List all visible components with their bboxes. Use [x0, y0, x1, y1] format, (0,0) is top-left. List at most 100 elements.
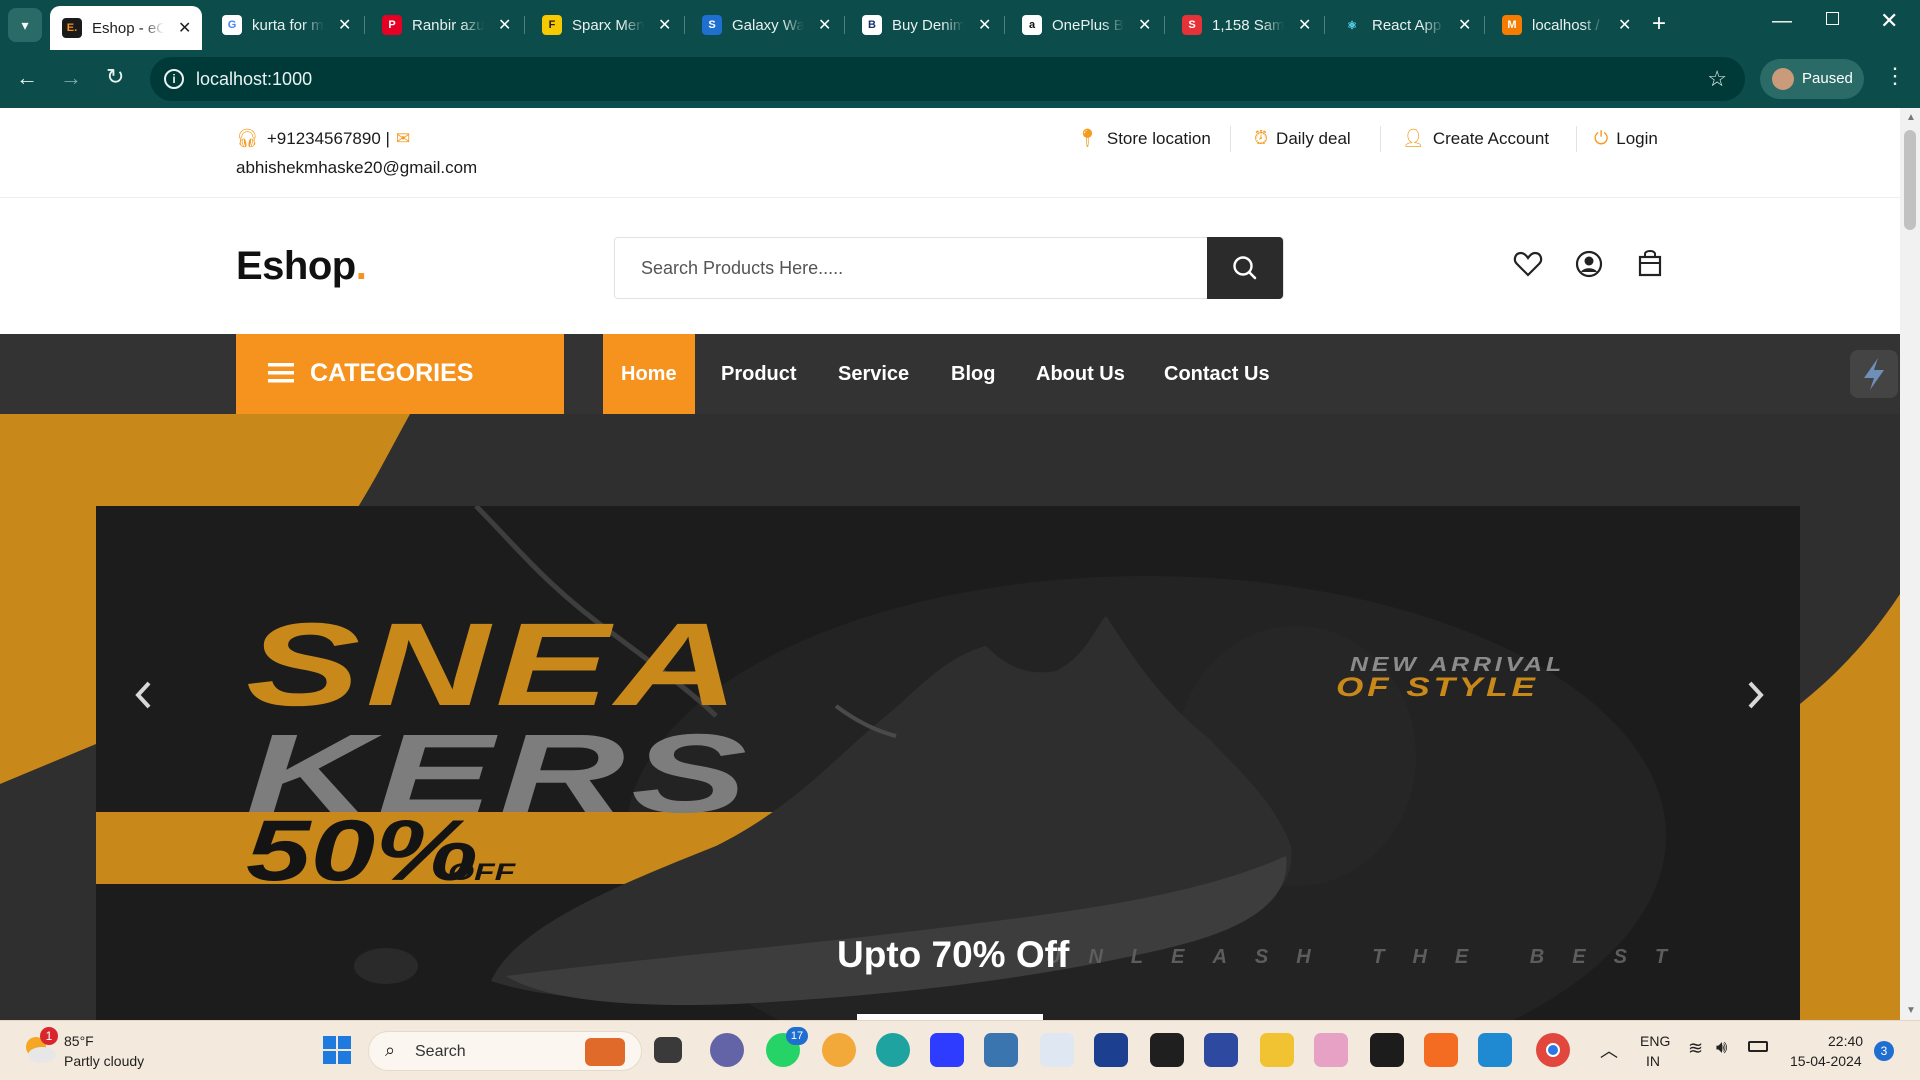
extension-floating-button[interactable] [1850, 350, 1898, 398]
close-tab-icon[interactable]: ✕ [1138, 15, 1151, 35]
taskbar-search[interactable]: ⌕ Search [368, 1031, 642, 1071]
tab-title: Galaxy Watch [732, 16, 804, 34]
login-link[interactable]: ⏻ Login [1594, 128, 1658, 149]
browser-tab[interactable]: S 1,158 Samsung ✕ [1170, 8, 1320, 42]
dev-app-icon[interactable] [1094, 1033, 1128, 1067]
close-tab-icon[interactable]: ✕ [1458, 15, 1471, 35]
nav-blog[interactable]: Blog [951, 334, 995, 414]
reload-icon[interactable]: ↻ [106, 64, 124, 90]
tab-title: Ranbir azure [412, 16, 484, 34]
tab-favicon-icon: G [222, 15, 242, 35]
edge-icon[interactable] [876, 1033, 910, 1067]
browser-tab[interactable]: ⚛ React App ✕ [1330, 8, 1480, 42]
create-account-link[interactable]: 👤︎ Create Account [1402, 128, 1549, 149]
terminal-icon[interactable] [1370, 1033, 1404, 1067]
close-window-button[interactable]: ✕ [1880, 8, 1898, 34]
page-scrollbar[interactable]: ▲ ▼ [1900, 108, 1920, 1020]
nav-about-us[interactable]: About Us [1036, 334, 1125, 414]
python-icon[interactable] [984, 1033, 1018, 1067]
search-highlight-icon [585, 1038, 625, 1066]
close-tab-icon[interactable]: ✕ [498, 15, 511, 35]
whatsapp-icon[interactable]: 17 [766, 1027, 808, 1067]
browser-tab[interactable]: F Sparx Men ✕ [530, 8, 680, 42]
weather-temp: 85°F [64, 1033, 94, 1049]
clock-date[interactable]: 15-04-2024 [1790, 1053, 1862, 1069]
scrollbar-thumb[interactable] [1904, 130, 1916, 230]
bookmark-star-icon[interactable]: ☆ [1707, 66, 1727, 92]
editor-app-icon[interactable] [930, 1033, 964, 1067]
close-tab-icon[interactable]: ✕ [178, 18, 191, 38]
tab-title: Eshop - eCommerce [92, 19, 164, 37]
wifi-icon[interactable]: ≋ [1688, 1038, 1703, 1059]
web-page: 🎧︎ +91234567890 | ✉ abhishekmhaske20@gma… [0, 108, 1900, 1020]
nav-contact-us[interactable]: Contact Us [1164, 334, 1270, 414]
nav-home[interactable]: Home [603, 334, 695, 414]
url-text[interactable]: localhost:1000 [196, 69, 312, 90]
browser-tab[interactable]: P Ranbir azure ✕ [370, 8, 520, 42]
browser-brave-icon[interactable] [822, 1033, 856, 1067]
notification-badge[interactable]: 3 [1874, 1041, 1894, 1061]
product-search-box: Search Products Here..... [614, 237, 1284, 299]
browser-tab[interactable]: Mlocalhost / XAMPP ✕ [1490, 8, 1640, 42]
volume-icon[interactable]: 🔊︎ [1716, 1037, 1727, 1058]
store-location-link[interactable]: 📍︎ Store location [1076, 128, 1211, 149]
nav-service[interactable]: Service [838, 334, 909, 414]
show-hidden-icons-chevron[interactable]: ︿ [1600, 1037, 1618, 1063]
close-tab-icon[interactable]: ✕ [338, 15, 351, 35]
close-tab-icon[interactable]: ✕ [1618, 15, 1631, 35]
language-line2[interactable]: IN [1646, 1053, 1660, 1069]
browser-tab[interactable]: B Buy Denim ✕ [850, 8, 1000, 42]
chrome-icon[interactable] [1536, 1033, 1570, 1067]
menu-kebab-icon[interactable]: ⋮ [1884, 63, 1906, 89]
language-line1[interactable]: ENG [1640, 1033, 1670, 1049]
xampp-icon[interactable] [1424, 1033, 1458, 1067]
daily-deal-label: Daily deal [1276, 128, 1351, 148]
tab-search-button[interactable]: ▾ [8, 8, 42, 42]
site-logo[interactable]: Eshop. [236, 244, 367, 289]
restore-button[interactable] [1826, 12, 1839, 25]
wishlist-heart-icon[interactable] [1513, 250, 1543, 278]
close-tab-icon[interactable]: ✕ [1298, 15, 1311, 35]
file-explorer-icon[interactable] [1260, 1033, 1294, 1067]
address-bar[interactable]: i localhost:1000 ☆ [150, 57, 1745, 101]
battery-icon[interactable] [1748, 1041, 1768, 1052]
scroll-up-icon[interactable]: ▲ [1906, 112, 1916, 123]
vscode-icon[interactable] [1478, 1033, 1512, 1067]
daily-deal-link[interactable]: ⏰︎ Daily deal [1254, 128, 1351, 149]
next-slide-button[interactable] [1743, 676, 1769, 714]
cart-bag-icon[interactable] [1636, 248, 1664, 278]
start-button[interactable] [320, 1033, 354, 1067]
prev-slide-button[interactable] [130, 676, 156, 714]
screen-recorder-icon[interactable] [1150, 1033, 1184, 1067]
browser-toolbar: ← → ↻ i localhost:1000 ☆ Paused ⋮ [0, 50, 1920, 108]
tab-title: kurta for men [252, 16, 324, 34]
teams-chat-icon[interactable] [710, 1033, 744, 1067]
browser-tab[interactable]: Gkurta for men ✕ [210, 8, 360, 42]
close-tab-icon[interactable]: ✕ [658, 15, 671, 35]
new-tab-button[interactable]: + [1652, 10, 1666, 38]
tab-favicon-icon: P [382, 15, 402, 35]
browser-tab[interactable]: a OnePlus Buds ✕ [1010, 8, 1160, 42]
nav-product[interactable]: Product [721, 334, 797, 414]
search-input[interactable]: Search Products Here..... [641, 258, 843, 279]
paint-app-icon[interactable] [1314, 1033, 1348, 1067]
clock-time[interactable]: 22:40 [1828, 1033, 1863, 1049]
browser-tab[interactable]: E. Eshop - eCommerce ✕ [50, 6, 202, 50]
back-icon[interactable]: ← [16, 65, 38, 91]
search-button[interactable] [1207, 237, 1283, 299]
scroll-down-icon[interactable]: ▼ [1906, 1005, 1916, 1016]
profile-button[interactable]: Paused [1760, 59, 1864, 99]
close-tab-icon[interactable]: ✕ [818, 15, 831, 35]
close-tab-icon[interactable]: ✕ [978, 15, 991, 35]
notepad-icon[interactable] [1040, 1033, 1074, 1067]
task-view-icon[interactable] [654, 1037, 682, 1063]
categories-button[interactable]: CATEGORIES [236, 334, 564, 414]
weather-widget[interactable]: 1 85°F Partly cloudy [22, 1027, 172, 1073]
remote-app-icon[interactable] [1204, 1033, 1238, 1067]
minimize-button[interactable]: — [1772, 10, 1792, 33]
tab-title: 1,158 Samsung [1212, 16, 1284, 34]
forward-icon[interactable]: → [60, 65, 82, 91]
browser-tab[interactable]: S Galaxy Watch ✕ [690, 8, 840, 42]
site-info-icon[interactable]: i [164, 69, 184, 89]
account-icon[interactable] [1574, 249, 1604, 279]
